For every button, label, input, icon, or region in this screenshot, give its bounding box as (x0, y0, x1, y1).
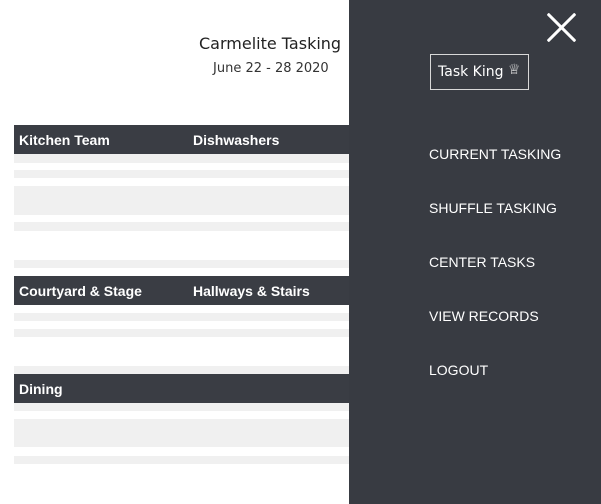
section-title-right: Dishwashers (193, 132, 280, 148)
table-row (14, 222, 350, 231)
section-title-left: Courtyard & Stage (19, 283, 142, 299)
section-title-left: Dining (19, 381, 63, 397)
table-row (14, 366, 350, 374)
section-title-right: Hallways & Stairs (193, 283, 310, 299)
table-row (14, 403, 350, 411)
nav-item-center-tasks[interactable]: CENTER TASKS (429, 254, 535, 270)
table-row (14, 329, 350, 337)
section-header-kitchen: Kitchen Team Dishwashers (14, 125, 350, 154)
section-title-left: Kitchen Team (19, 132, 110, 148)
close-icon[interactable] (545, 11, 578, 44)
nav-item-shuffle-tasking[interactable]: SHUFFLE TASKING (429, 200, 557, 216)
table-row (14, 419, 350, 447)
page-title: Carmelite Tasking (199, 34, 342, 53)
brand-button[interactable]: Task King ♕ (430, 54, 529, 90)
table-row (14, 170, 350, 178)
date-range: June 22 - 28 2020 (213, 61, 329, 76)
nav-item-view-records[interactable]: VIEW RECORDS (429, 308, 539, 324)
section-header-dining: Dining (14, 374, 350, 403)
table-row (14, 313, 350, 321)
table-row (14, 154, 350, 163)
table-row (14, 260, 350, 268)
table-row (14, 186, 350, 215)
nav-item-logout[interactable]: LOGOUT (429, 362, 488, 378)
table-row (14, 456, 350, 464)
section-header-courtyard: Courtyard & Stage Hallways & Stairs (14, 276, 350, 305)
nav-item-current-tasking[interactable]: CURRENT TASKING (429, 146, 561, 162)
crown-icon: ♕ (508, 62, 521, 78)
brand-label: Task King (438, 64, 504, 80)
